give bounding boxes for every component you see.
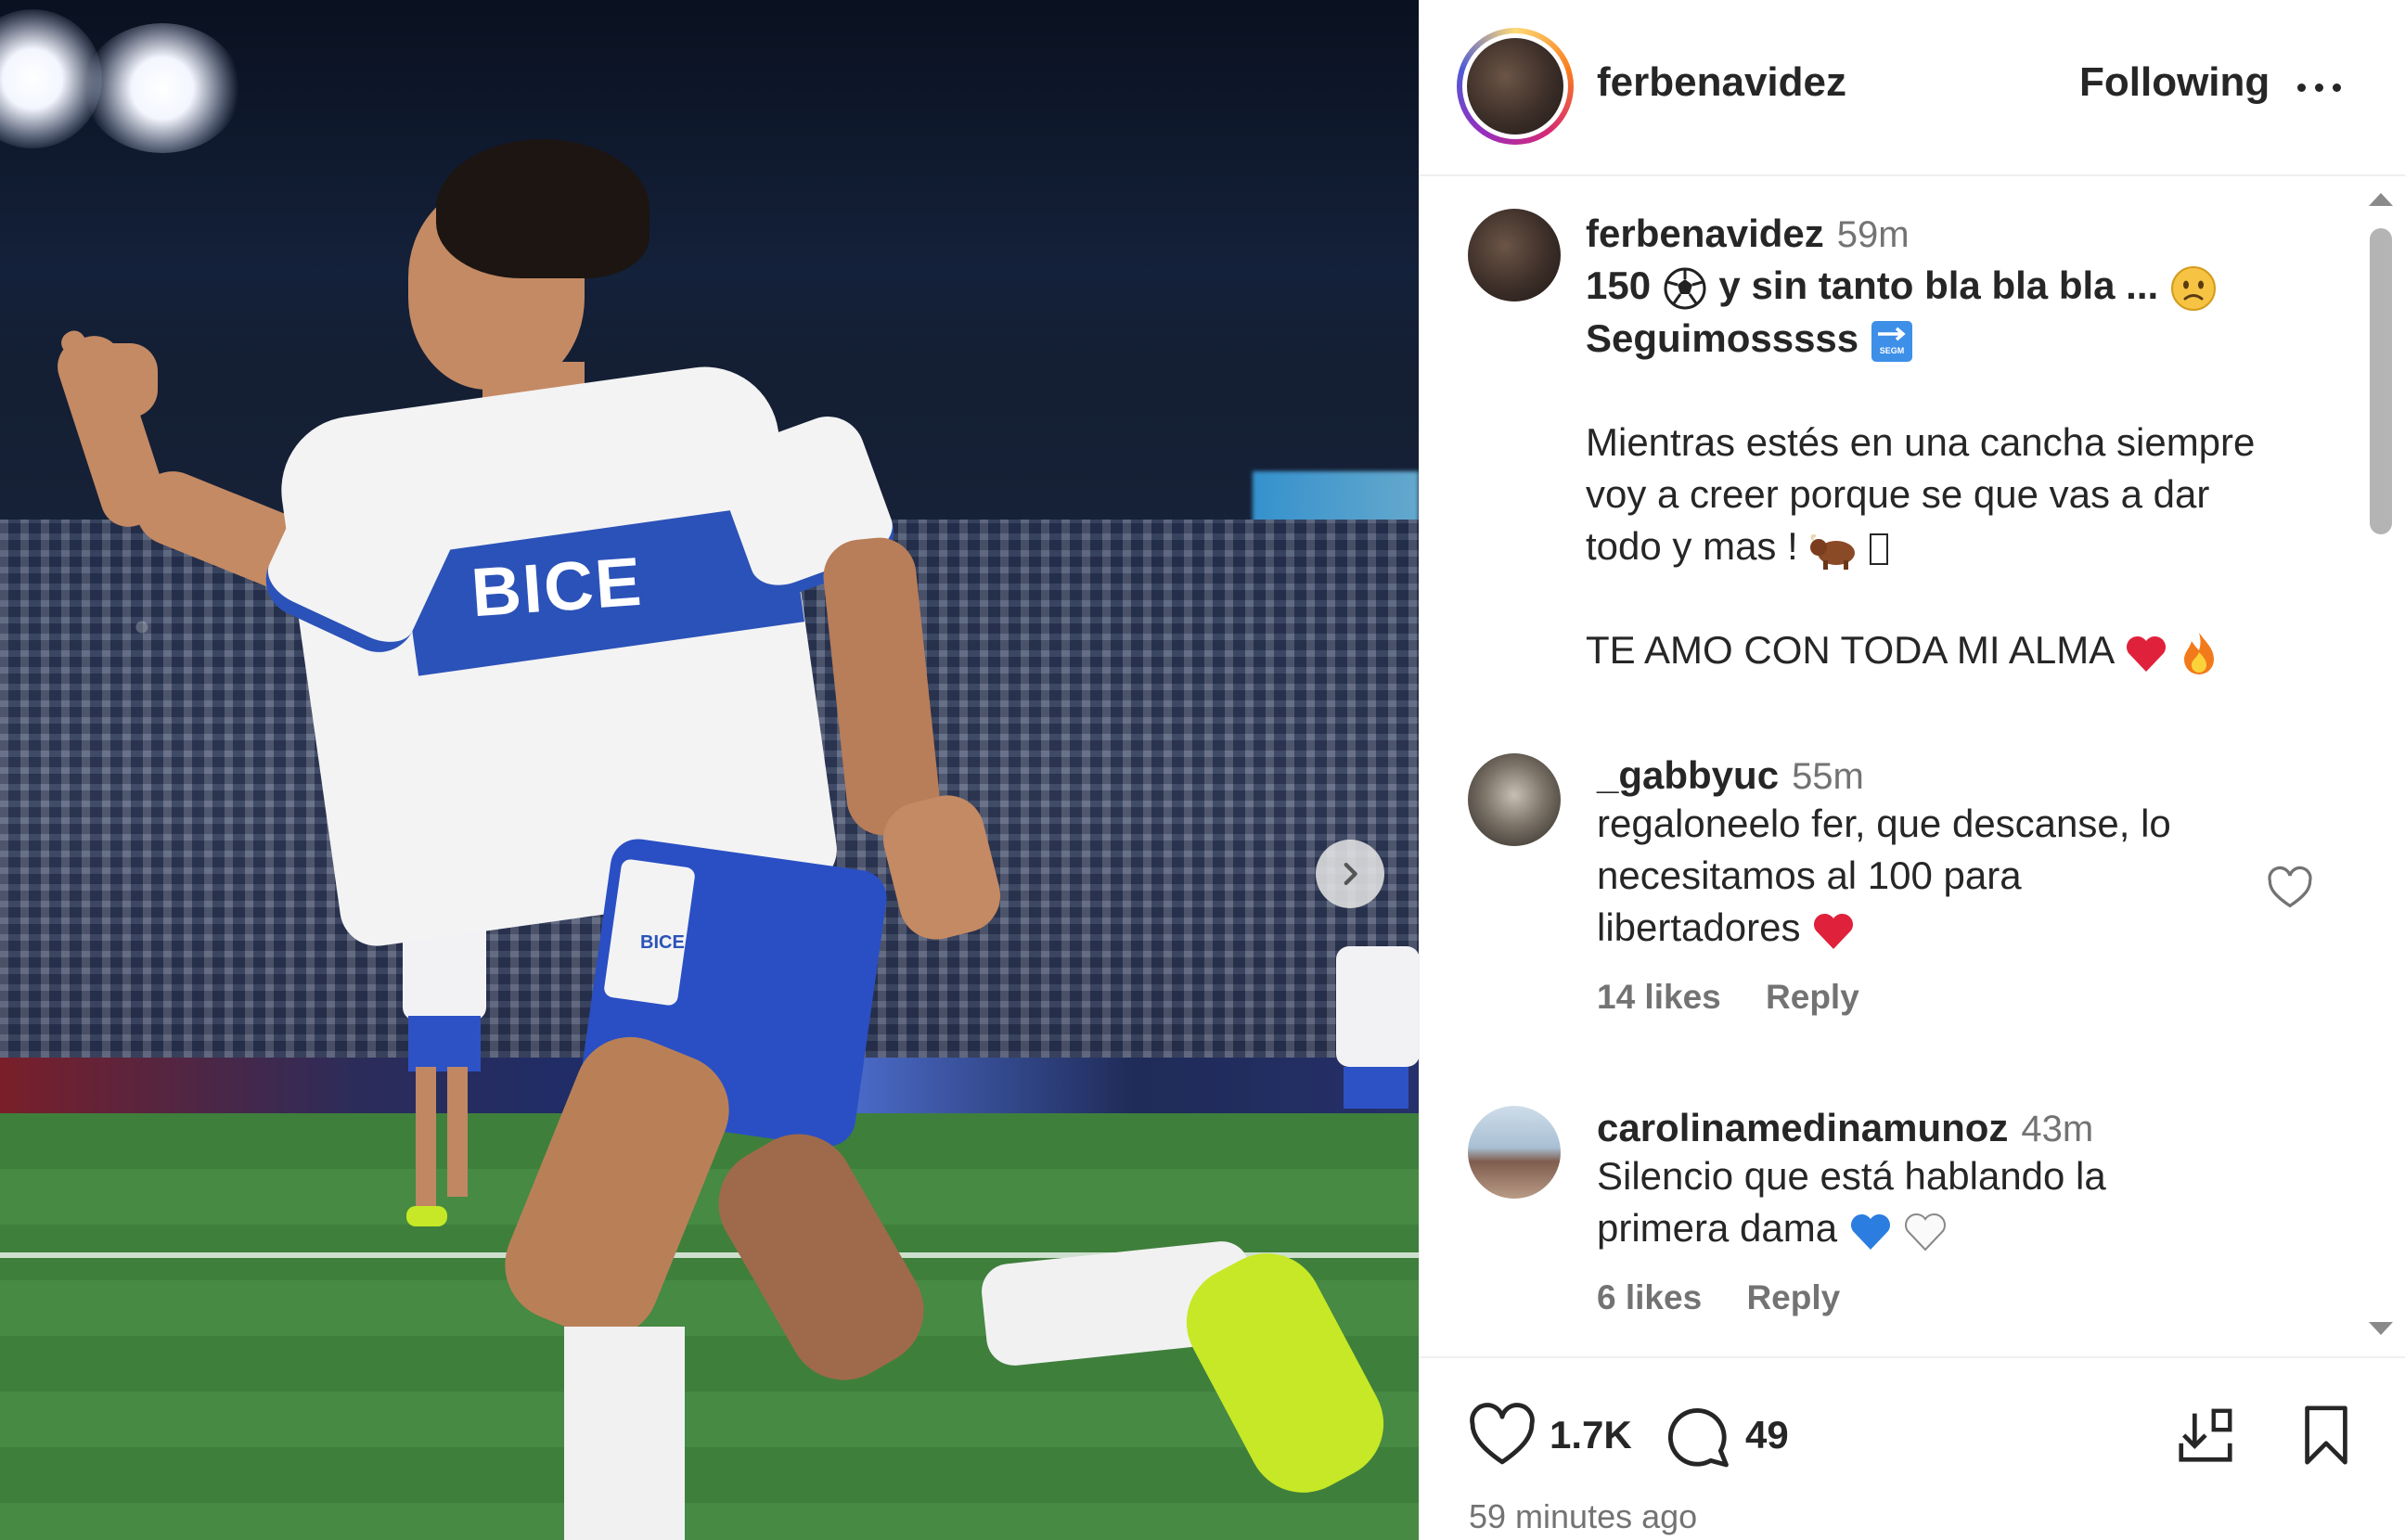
like-comment-icon[interactable] bbox=[2266, 865, 2314, 913]
comment-text: Silencio que está hablando la bbox=[1597, 1154, 2106, 1198]
scrollbar-thumb[interactable] bbox=[2370, 228, 2392, 534]
post-timestamp: 59 minutes ago bbox=[1469, 1497, 1698, 1535]
comment-bubble-icon bbox=[1667, 1407, 1729, 1468]
shorts-brand-text: BICE bbox=[640, 932, 685, 953]
caption-text-part: TE AMO CON TODA MI ALMA bbox=[1586, 627, 2113, 672]
post-detail-panel: ferbenavidez Following ferbenavidez 59m 1… bbox=[1419, 0, 2405, 1540]
post-header: ferbenavidez Following bbox=[1420, 0, 2405, 176]
more-options-icon[interactable] bbox=[2297, 69, 2353, 106]
blue-heart-icon bbox=[1850, 1213, 1890, 1250]
caption-time: 59m bbox=[1836, 214, 1910, 255]
comment-text: libertadores bbox=[1597, 905, 1801, 949]
fire-icon bbox=[2184, 632, 2215, 674]
comment-text: primera dama bbox=[1597, 1206, 1838, 1250]
next-image-button[interactable] bbox=[1316, 840, 1384, 908]
reply-button[interactable]: Reply bbox=[1746, 1278, 1840, 1316]
celebrating-player: BICE BICE bbox=[0, 0, 1419, 1540]
missing-glyph-icon bbox=[1870, 533, 1889, 565]
white-heart-icon bbox=[1905, 1213, 1947, 1251]
commenter-username[interactable]: carolinamedinamunoz bbox=[1597, 1106, 2008, 1149]
author-username[interactable]: ferbenavidez bbox=[1597, 59, 1846, 106]
caption-text-part: y sin tanto bla bla bla ... bbox=[1718, 263, 2159, 307]
like-count[interactable]: 1.7K bbox=[1550, 1413, 1632, 1457]
post-image[interactable]: BICE BICE bbox=[0, 0, 1419, 1540]
bull-icon bbox=[1810, 533, 1856, 570]
red-heart-icon bbox=[1814, 913, 1854, 949]
comment-likes[interactable]: 14 likes bbox=[1597, 978, 1721, 1016]
reply-button[interactable]: Reply bbox=[1766, 978, 1859, 1016]
comment-text: regaloneelo fer, que descanse, lo bbox=[1597, 802, 2171, 845]
author-avatar[interactable] bbox=[1468, 209, 1561, 302]
following-button[interactable]: Following bbox=[2079, 59, 2270, 106]
comment-time: 43m bbox=[2021, 1109, 2094, 1149]
soon-arrow-icon: SEGM bbox=[1871, 320, 1912, 362]
caption-username[interactable]: ferbenavidez bbox=[1586, 212, 1824, 255]
comments-list[interactable]: ferbenavidez 59m 150 y sin tanto bla bla … bbox=[1420, 178, 2405, 1354]
comment-count[interactable]: 49 bbox=[1745, 1413, 1789, 1457]
jersey-brand-text: BICE bbox=[469, 542, 646, 632]
bookmark-icon[interactable] bbox=[2294, 1403, 2359, 1468]
download-to-collection-icon[interactable] bbox=[2173, 1403, 2238, 1468]
scroll-down-arrow[interactable] bbox=[2369, 1322, 2393, 1335]
commenter-username[interactable]: _gabbyuc bbox=[1597, 753, 1779, 797]
caption-text-part: todo y mas ! bbox=[1586, 523, 1798, 568]
caption-text-part: Seguimosssss bbox=[1586, 315, 1859, 360]
heart-icon bbox=[1470, 1403, 1535, 1465]
comment-text: necesitamos al 100 para bbox=[1597, 853, 2022, 897]
red-heart-icon bbox=[2126, 635, 2166, 672]
svg-text:SEGM: SEGM bbox=[1880, 346, 1905, 355]
caption-text-part: voy a creer porque se que vas a dar bbox=[1586, 471, 2210, 516]
comment-likes[interactable]: 6 likes bbox=[1597, 1278, 1702, 1316]
caption-text-part: Mientras estés en una cancha siempre bbox=[1586, 419, 2256, 464]
comment-time: 55m bbox=[1792, 756, 1864, 797]
chevron-right-icon bbox=[1344, 862, 1357, 886]
commenter-avatar[interactable] bbox=[1468, 753, 1561, 846]
soccer-ball-icon bbox=[1664, 267, 1706, 310]
comment-button[interactable]: 49 bbox=[1664, 1403, 1789, 1468]
caption-text-part: 150 bbox=[1586, 263, 1652, 307]
commenter-avatar[interactable] bbox=[1468, 1106, 1561, 1199]
scroll-up-arrow[interactable] bbox=[2369, 193, 2393, 206]
like-button[interactable]: 1.7K bbox=[1468, 1403, 1632, 1468]
frowning-face-icon bbox=[2170, 265, 2216, 311]
post-actions: 1.7K 49 59 minutes ago bbox=[1420, 1356, 2405, 1540]
author-avatar[interactable] bbox=[1457, 28, 1574, 145]
